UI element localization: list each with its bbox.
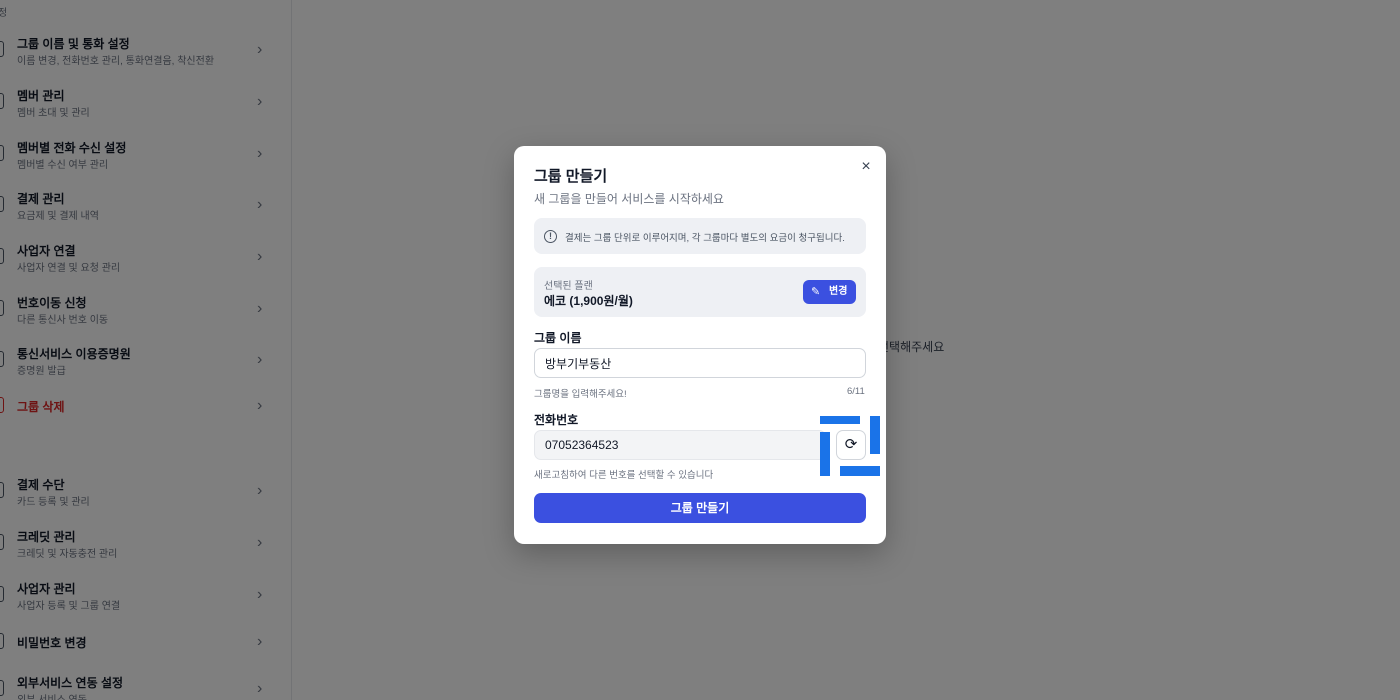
create-group-modal: 그룹 만들기 새 그룹을 만들어 서비스를 시작하세요 × ! 결제는 그룹 단… [514, 146, 886, 544]
selected-plan-card: 선택된 플랜 에코 (1,900원/월) ✎ 변경 [534, 267, 866, 317]
info-icon: ! [544, 230, 557, 243]
phone-label: 전화번호 [534, 413, 579, 427]
refresh-icon: ⟳ [844, 436, 858, 453]
refresh-number-button[interactable]: ⟳ [836, 430, 866, 460]
plan-label: 선택된 플랜 [544, 281, 593, 292]
create-group-button[interactable]: 그룹 만들기 [534, 493, 866, 523]
notice-text: 결제는 그룹 단위로 이루어지며, 각 그룹마다 별도의 요금이 청구됩니다. [565, 233, 845, 244]
change-plan-label: 변경 [829, 286, 848, 297]
phone-number-field[interactable] [534, 430, 826, 460]
plan-value: 에코 (1,900원/월) [544, 294, 633, 308]
modal-subtitle: 새 그룹을 만들어 서비스를 시작하세요 [534, 192, 724, 206]
change-plan-button[interactable]: ✎ 변경 [803, 280, 856, 304]
group-name-counter: 6/11 [847, 386, 865, 397]
billing-notice: ! 결제는 그룹 단위로 이루어지며, 각 그룹마다 별도의 요금이 청구됩니다… [534, 218, 866, 254]
modal-title: 그룹 만들기 [534, 168, 608, 185]
highlight-marker [820, 416, 860, 424]
group-name-input[interactable] [534, 348, 866, 378]
group-name-hint: 그룹명을 입력해주세요! [534, 389, 627, 400]
pencil-icon: ✎ [811, 286, 821, 298]
highlight-marker [870, 416, 880, 454]
highlight-marker [820, 432, 830, 476]
close-icon[interactable]: × [857, 158, 875, 176]
phone-hint: 새로고침하여 다른 번호를 선택할 수 있습니다 [534, 470, 714, 481]
group-name-label: 그룹 이름 [534, 331, 582, 345]
highlight-marker [840, 466, 880, 476]
